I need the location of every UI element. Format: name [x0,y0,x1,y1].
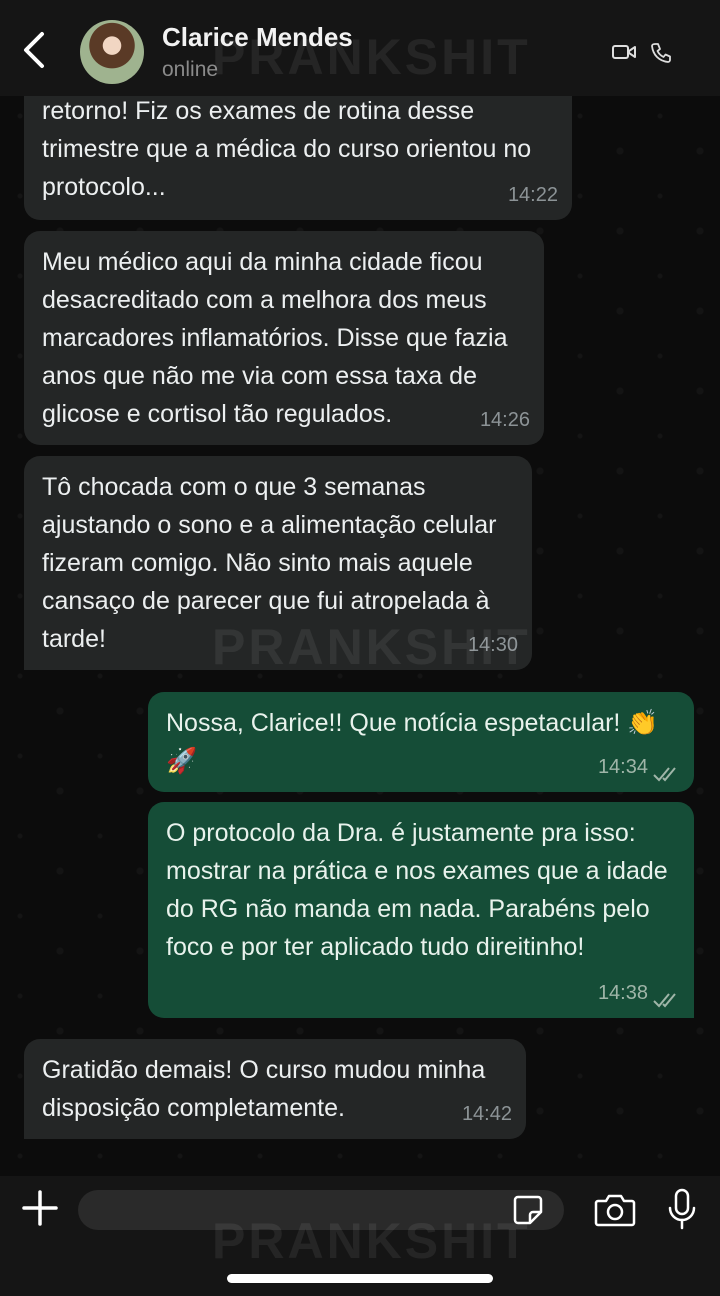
back-icon[interactable] [18,30,52,70]
message-text: Tô chocada com o que 3 semanas ajustando… [42,473,497,653]
message-bubble-incoming[interactable]: retorno! Fiz os exames de rotina desse t… [24,86,572,220]
camera-icon[interactable] [594,1192,636,1228]
phone-icon[interactable] [650,42,672,64]
message-time: 14:22 [507,184,558,206]
message-time: 14:38 [597,982,648,1004]
message-bubble-incoming[interactable]: Gratidão demais! O curso mudou minha dis… [24,1039,526,1139]
read-receipt-icon [653,993,676,1008]
message-bubble-outgoing[interactable]: Nossa, Clarice!! Que notícia espetacular… [148,692,694,792]
sticker-icon[interactable] [512,1194,544,1226]
plus-icon[interactable] [22,1190,58,1226]
contact-status: online [162,58,219,81]
message-time: 14:34 [597,756,648,778]
message-bubble-incoming[interactable]: Meu médico aqui da minha cidade ficou de… [24,231,544,445]
message-bubble-incoming[interactable]: Tô chocada com o que 3 semanas ajustando… [24,456,532,670]
read-receipt-icon [653,767,676,782]
message-text: Meu médico aqui da minha cidade ficou de… [42,248,508,428]
message-time: 14:42 [461,1103,512,1125]
avatar[interactable] [80,20,144,84]
video-icon[interactable] [612,42,636,62]
microphone-icon[interactable] [666,1188,698,1230]
contact-name[interactable]: Clarice Mendes [162,22,353,53]
message-text: Gratidão demais! O curso mudou minha dis… [42,1056,486,1122]
message-input[interactable] [78,1190,564,1230]
message-time: 14:30 [467,634,518,656]
home-indicator[interactable] [227,1274,493,1283]
message-bubble-outgoing[interactable]: O protocolo da Dra. é justamente pra iss… [148,802,694,1018]
message-time: 14:26 [479,409,530,431]
message-text: retorno! Fiz os exames de rotina desse t… [42,97,532,201]
chat-header: Clarice Mendes online [0,0,720,96]
message-text: O protocolo da Dra. é justamente pra iss… [166,819,668,961]
